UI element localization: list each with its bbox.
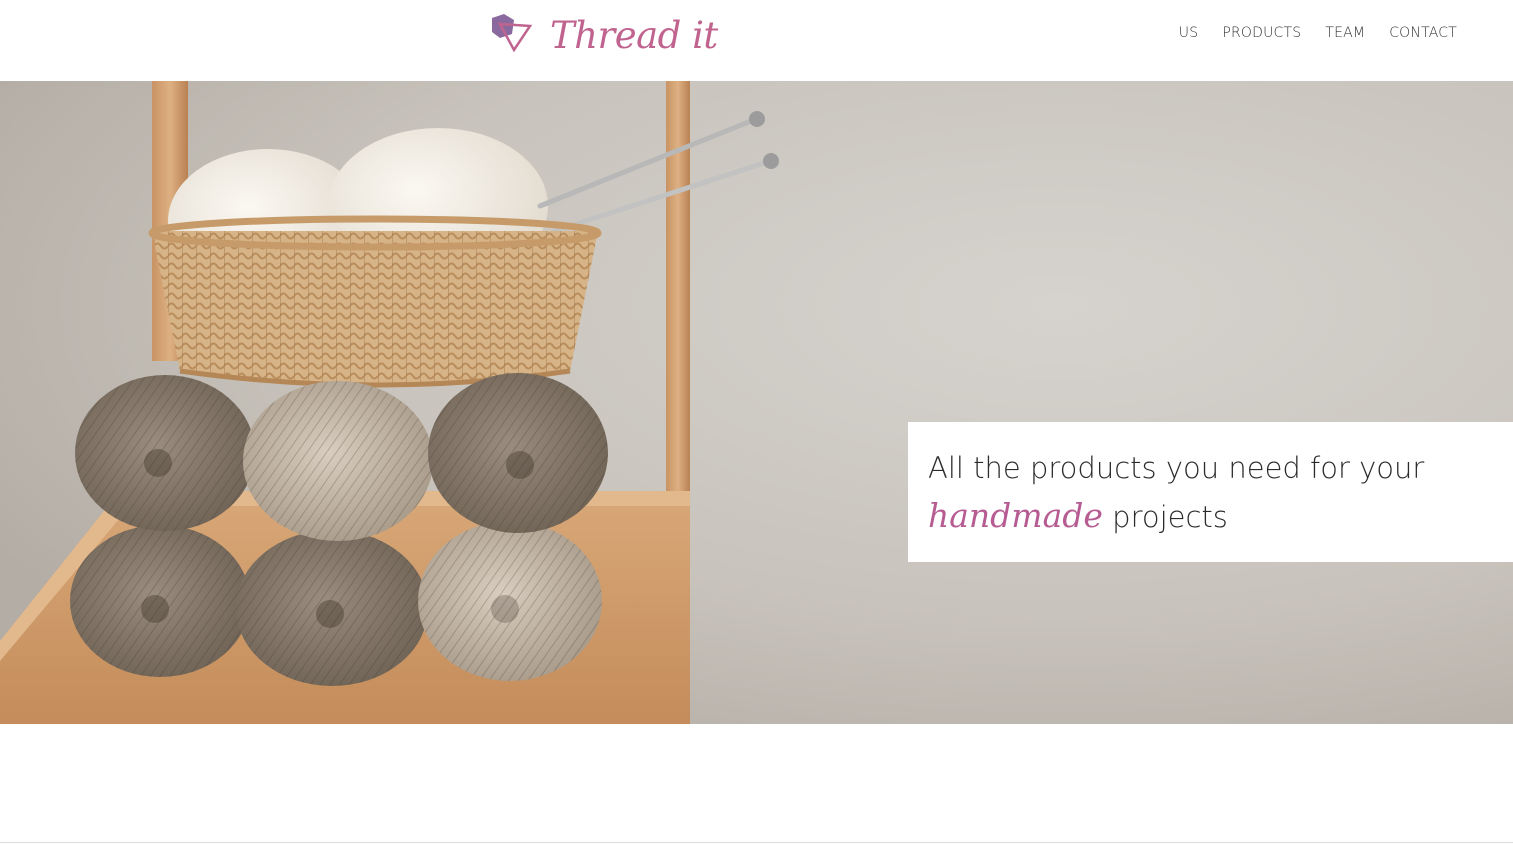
nav-item-contact[interactable]: CONTACT: [1389, 25, 1457, 41]
tagline-line-2: handmade projects: [928, 492, 1424, 541]
thread-it-logo-icon: [492, 14, 533, 53]
nav-item-us[interactable]: US: [1179, 25, 1199, 41]
site-logo[interactable]: Thread it: [490, 12, 718, 64]
site-header: Thread it US PRODUCTS TEAM CONTACT: [0, 0, 1513, 81]
tagline-highlight: handmade: [928, 496, 1103, 535]
hero-banner: All the products you need for your handm…: [0, 81, 1513, 724]
section-divider: [0, 842, 1513, 843]
nav-item-team[interactable]: TEAM: [1325, 25, 1365, 41]
tagline-line-2-rest: projects: [1102, 500, 1228, 534]
main-nav: US PRODUCTS TEAM CONTACT: [1179, 25, 1457, 41]
tagline-line-1: All the products you need for your: [928, 451, 1425, 485]
tagline-card: All the products you need for your handm…: [908, 422, 1513, 562]
hero-tagline: All the products you need for your handm…: [928, 444, 1424, 541]
logo-text: Thread it: [550, 14, 718, 57]
nav-item-products[interactable]: PRODUCTS: [1222, 25, 1301, 41]
yarn-basket-photo: [0, 81, 1513, 724]
